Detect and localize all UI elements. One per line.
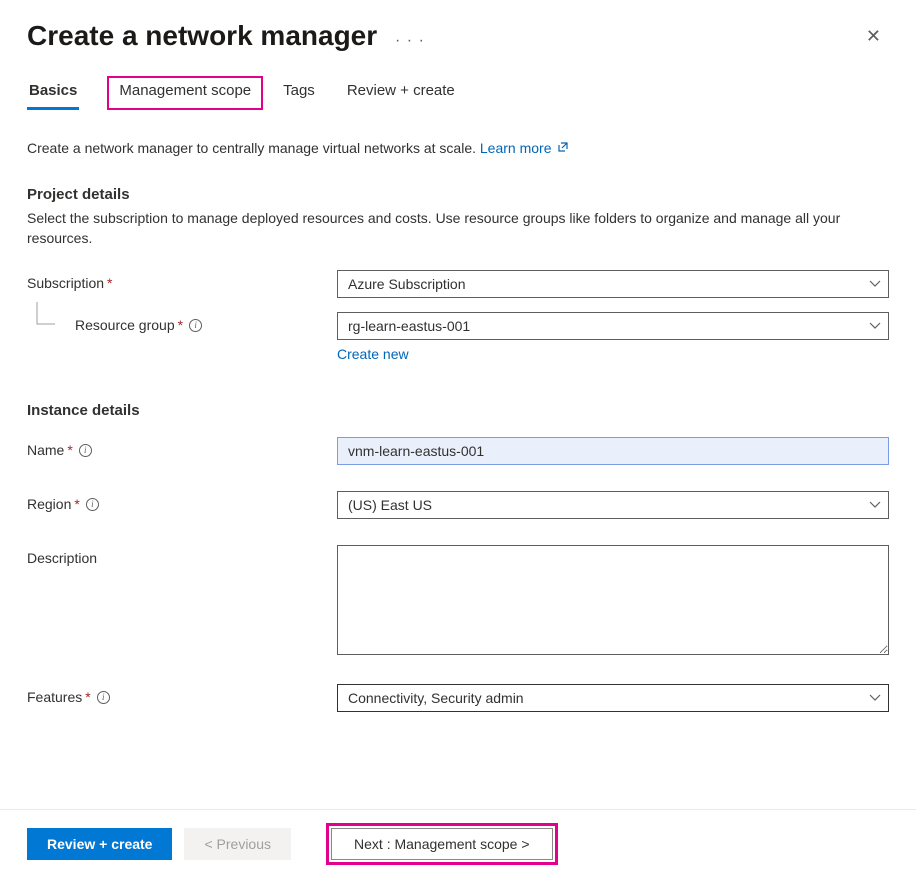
info-icon[interactable]: i <box>79 444 92 457</box>
description-label: Description <box>27 545 337 566</box>
intro-text: Create a network manager to centrally ma… <box>27 140 889 156</box>
page-title: Create a network manager <box>27 20 377 51</box>
name-label: Name* i <box>27 437 337 458</box>
required-indicator: * <box>178 317 183 333</box>
close-icon[interactable]: ✕ <box>858 22 889 51</box>
subscription-label: Subscription* <box>27 270 337 291</box>
tab-tags[interactable]: Tags <box>281 76 317 110</box>
instance-details-title: Instance details <box>27 402 889 419</box>
info-icon[interactable]: i <box>86 498 99 511</box>
resource-group-select[interactable]: rg-learn-eastus-001 <box>337 312 889 340</box>
more-icon[interactable]: · · · <box>395 32 425 49</box>
review-create-button[interactable]: Review + create <box>27 828 172 860</box>
info-icon[interactable]: i <box>189 319 202 332</box>
intro-body: Create a network manager to centrally ma… <box>27 140 480 156</box>
previous-button[interactable]: < Previous <box>184 828 291 860</box>
project-details-desc: Select the subscription to manage deploy… <box>27 209 889 248</box>
tab-bar: Basics Management scope Tags Review + cr… <box>27 76 889 110</box>
description-textarea[interactable] <box>337 545 889 655</box>
learn-more-link[interactable]: Learn more <box>480 140 569 156</box>
external-link-icon <box>557 140 569 156</box>
region-select[interactable]: (US) East US <box>337 491 889 519</box>
footer-bar: Review + create < Previous Next : Manage… <box>0 809 916 880</box>
subscription-select[interactable]: Azure Subscription <box>337 270 889 298</box>
next-button[interactable]: Next : Management scope > <box>331 828 553 860</box>
required-indicator: * <box>107 275 112 291</box>
tab-review-create[interactable]: Review + create <box>345 76 457 110</box>
required-indicator: * <box>74 496 79 512</box>
name-input[interactable]: vnm-learn-eastus-001 <box>337 437 889 465</box>
tab-management-scope[interactable]: Management scope <box>107 76 263 110</box>
create-new-link[interactable]: Create new <box>337 346 409 362</box>
resource-group-label: Resource group* i <box>75 312 337 333</box>
required-indicator: * <box>67 442 72 458</box>
features-select[interactable]: Connectivity, Security admin <box>337 684 889 712</box>
project-details-title: Project details <box>27 186 889 203</box>
features-label: Features* i <box>27 684 337 705</box>
tree-connector-icon <box>33 302 57 332</box>
tab-basics[interactable]: Basics <box>27 76 79 110</box>
region-label: Region* i <box>27 491 337 512</box>
required-indicator: * <box>85 689 90 705</box>
info-icon[interactable]: i <box>97 691 110 704</box>
